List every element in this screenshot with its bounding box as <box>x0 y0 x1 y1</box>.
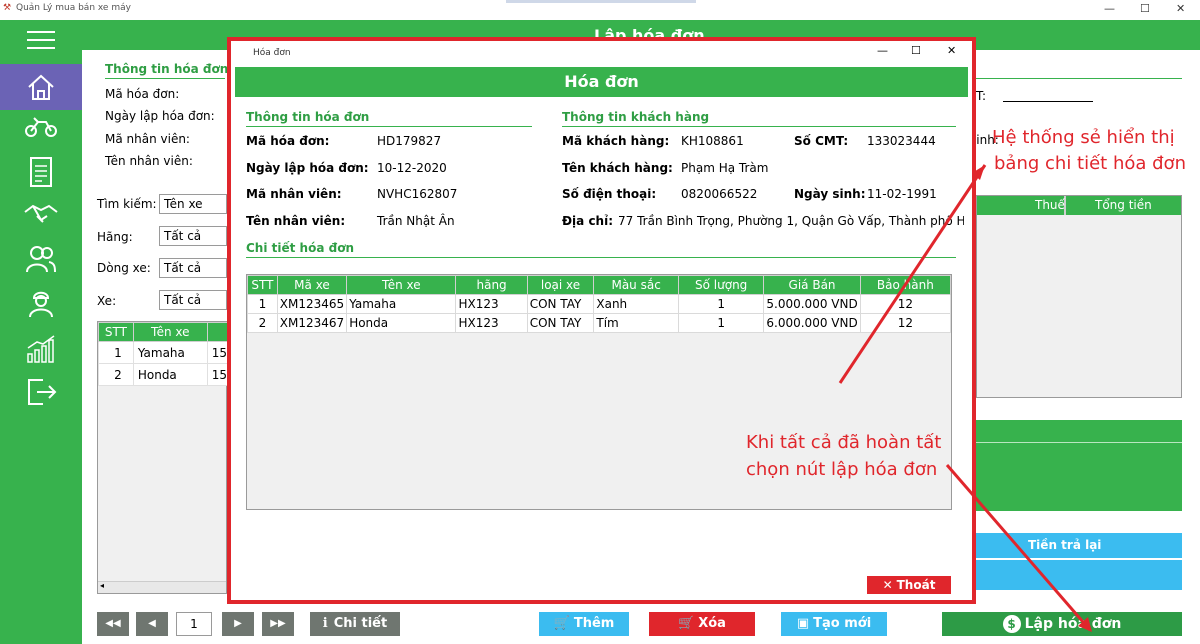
annotation-bottom-line-1: Khi tất cả đã hoàn tất <box>746 432 942 453</box>
annotation-bottom-line-2: chọn nút lập hóa đơn <box>746 459 938 480</box>
annotation-arrow-bottom <box>945 464 1092 631</box>
annotation-top-line-2: bảng chi tiết hóa đơn <box>994 153 1186 174</box>
annotation-arrow-top <box>838 164 987 384</box>
annotation-arrowhead-top <box>972 165 985 180</box>
annotation-top-line-1: Hệ thống sẻ hiển thị <box>992 127 1175 148</box>
annotation-arrows <box>838 164 1092 632</box>
